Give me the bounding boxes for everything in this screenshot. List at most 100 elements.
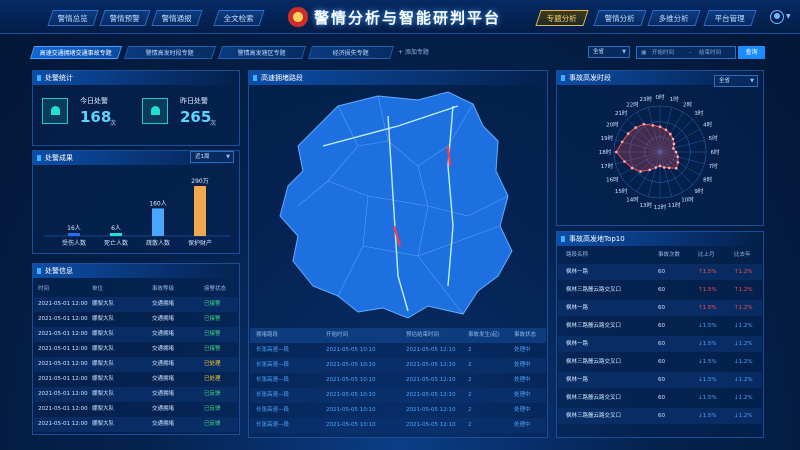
radar-point[interactable] <box>674 166 678 170</box>
nav-item[interactable]: 警情通报 <box>151 10 203 26</box>
radar-point[interactable] <box>620 140 624 144</box>
table-row[interactable]: 长张高速—段 2021-05-05 10:10 2021-05-05 12:10 2 处… <box>250 418 546 433</box>
table-cell: 2 <box>468 422 472 428</box>
trend-cell: ↓1.2% <box>734 413 753 419</box>
radar-point[interactable] <box>664 128 668 132</box>
trend-cell: ↓1.5% <box>698 341 717 347</box>
radar-point[interactable] <box>651 124 655 127</box>
table-row[interactable]: 枫林三路麓云路交叉口 60 ↓1.5% ↓1.2% <box>558 390 762 406</box>
radar-point[interactable] <box>623 160 626 163</box>
bar-0[interactable] <box>68 233 80 236</box>
start-time-input[interactable]: 开始时间 <box>652 47 674 59</box>
table-row[interactable]: 枫林一路 60 ↓1.5% ↓1.2% <box>558 372 762 388</box>
user-avatar-icon[interactable] <box>770 10 784 24</box>
topic-tab[interactable]: 警情高发时段专题 <box>123 46 217 59</box>
topic-tab[interactable]: 警情高发辖区专题 <box>217 46 307 59</box>
table-cell: 2 <box>468 377 472 383</box>
bar-3[interactable] <box>194 186 206 236</box>
table-row[interactable]: 2021-05-01 12:00 娜梨大队 交通拥堵 已接警 <box>34 312 238 327</box>
table-row[interactable]: 长张高速—段 2021-05-05 10:10 2021-05-05 12:10 2 处… <box>250 388 546 403</box>
radar-point[interactable] <box>639 170 642 173</box>
table-row[interactable]: 枫林三路麓云路交叉口 60 ↑1.5% ↑1.2% <box>558 282 762 298</box>
table-cell: 2021-05-05 12:10 <box>406 377 456 383</box>
table-cell: 枫林三路麓云路交叉口 <box>566 323 622 329</box>
trend-cell: ↓1.5% <box>698 359 717 365</box>
topic-tab[interactable]: 高速交通拥堵交通事故专题 <box>29 46 123 59</box>
trend-cell: ↑1.5% <box>698 287 717 293</box>
region-select[interactable]: 全省 <box>588 46 630 58</box>
nav-item[interactable]: 全文检索 <box>213 10 265 26</box>
radar-point[interactable] <box>648 168 651 172</box>
radar-point[interactable] <box>676 161 680 164</box>
table-cell: 60 <box>658 377 665 383</box>
radar-point[interactable] <box>642 122 646 126</box>
end-time-input[interactable]: 结束时间 <box>699 47 721 59</box>
table-cell: 2021-05-01 12:00 <box>38 376 88 382</box>
table-row[interactable]: 2021-05-01 12:00 娜梨大队 交通拥堵 已接警 <box>34 297 238 312</box>
table-row[interactable]: 枫林一路 60 ↑1.5% ↑1.2% <box>558 300 762 316</box>
radar-axis-label: 16时 <box>606 176 619 184</box>
nav-item[interactable]: 警情总览 <box>47 10 99 26</box>
table-row[interactable]: 枫林三路麓云路交叉口 60 ↓1.5% ↓1.2% <box>558 408 762 424</box>
radar-point[interactable] <box>658 125 662 128</box>
radar-point[interactable] <box>672 147 675 150</box>
topic-tab[interactable]: 经济损失专题 <box>307 46 395 59</box>
table-row[interactable]: 枫林一路 60 ↑1.5% ↑1.2% <box>558 264 762 280</box>
radar-point[interactable] <box>658 164 662 168</box>
user-menu-chevron-icon[interactable]: ▼ <box>786 13 791 20</box>
table-cell: 娜梨大队 <box>92 421 115 427</box>
table-row[interactable]: 长张高速—段 2021-05-05 10:10 2021-05-05 12:10 2 处… <box>250 343 546 358</box>
radar-region-select[interactable]: 全省 <box>714 75 758 87</box>
nav-item[interactable]: 警情分析 <box>593 10 647 26</box>
add-topic-button[interactable]: + 添加专题 <box>398 47 429 56</box>
province-map[interactable] <box>268 86 528 322</box>
table-row[interactable]: 2021-05-01 12:00 娜梨大队 交通拥堵 已反馈 <box>34 402 238 417</box>
table-cell: 长张高速—段 <box>256 422 290 428</box>
period-select[interactable]: 近1周 <box>190 151 234 163</box>
radar-point[interactable] <box>676 155 680 159</box>
radar-point[interactable] <box>634 126 637 129</box>
nav-item[interactable]: 多维分析 <box>647 10 701 26</box>
table-row[interactable]: 2021-05-01 12:00 娜梨大队 交通拥堵 已处理 <box>34 372 238 387</box>
table-row[interactable]: 长张高速—段 2021-05-05 10:10 2021-05-05 12:10 2 处… <box>250 358 546 373</box>
search-button[interactable]: 查询 <box>738 46 765 59</box>
radar-point[interactable] <box>626 132 630 135</box>
table-row[interactable]: 枫林三路麓云路交叉口 60 ↓1.5% ↓1.2% <box>558 354 762 370</box>
table-row[interactable]: 枫林一路 60 ↓1.5% ↓1.2% <box>558 336 762 352</box>
table-cell: 2021-05-05 10:10 <box>326 362 376 368</box>
table-row[interactable]: 2021-05-01 12:00 娜梨大队 交通拥堵 已反馈 <box>34 417 238 432</box>
yesterday-label: 昨日处警 <box>180 97 208 105</box>
bar-value-label: 6人 <box>111 225 121 232</box>
table-row[interactable]: 2021-05-01 12:00 娜梨大队 交通拥堵 已接警 <box>34 327 238 342</box>
table-row[interactable]: 长张高速—段 2021-05-05 10:10 2021-05-05 12:10 2 处… <box>250 403 546 418</box>
radar-axis-label: 22时 <box>626 100 639 108</box>
nav-item[interactable]: 专题分析 <box>535 10 589 26</box>
page-title: 警情分析与智能研判平台 <box>314 9 502 27</box>
table-row[interactable]: 枫林三路麓云路交叉口 60 ↓1.5% ↓1.2% <box>558 318 762 334</box>
radar-point[interactable] <box>674 150 678 154</box>
table-row[interactable]: 长张高速—段 2021-05-05 10:10 2021-05-05 12:10 2 处… <box>250 373 546 388</box>
date-separator: - <box>689 50 691 56</box>
radar-axis-label: 7时 <box>709 162 718 170</box>
table-row[interactable]: 2021-05-01 12:00 娜梨大队 交通拥堵 已处理 <box>34 357 238 372</box>
radar-point[interactable] <box>672 142 676 146</box>
column-header: 事故等级 <box>152 286 175 292</box>
radar-point[interactable] <box>671 137 675 141</box>
table-cell: 交通拥堵 <box>152 346 175 352</box>
nav-item[interactable]: 警情预警 <box>99 10 151 26</box>
trend-cell: ↑1.5% <box>698 269 717 275</box>
radar-point[interactable] <box>615 150 618 154</box>
nav-item[interactable]: 平台管理 <box>703 10 757 26</box>
table-cell: 2021-05-01 12:00 <box>38 421 88 427</box>
radar-point[interactable] <box>669 132 672 136</box>
radar-point[interactable] <box>630 166 634 170</box>
radar-point[interactable] <box>667 166 671 170</box>
bar-1[interactable] <box>110 233 122 236</box>
table-row[interactable]: 2021-05-01 12:00 娜梨大队 交通拥堵 已接警 <box>34 342 238 357</box>
bar-2[interactable] <box>152 208 164 236</box>
radar-point[interactable] <box>654 166 658 169</box>
status-cell: 已处理 <box>204 376 221 382</box>
table-row[interactable]: 2021-05-01 12:00 娜梨大队 交通拥堵 已反馈 <box>34 387 238 402</box>
date-range-picker[interactable]: ▣ 开始时间 - 结束时间 <box>636 46 736 59</box>
radar-point[interactable] <box>662 166 666 169</box>
